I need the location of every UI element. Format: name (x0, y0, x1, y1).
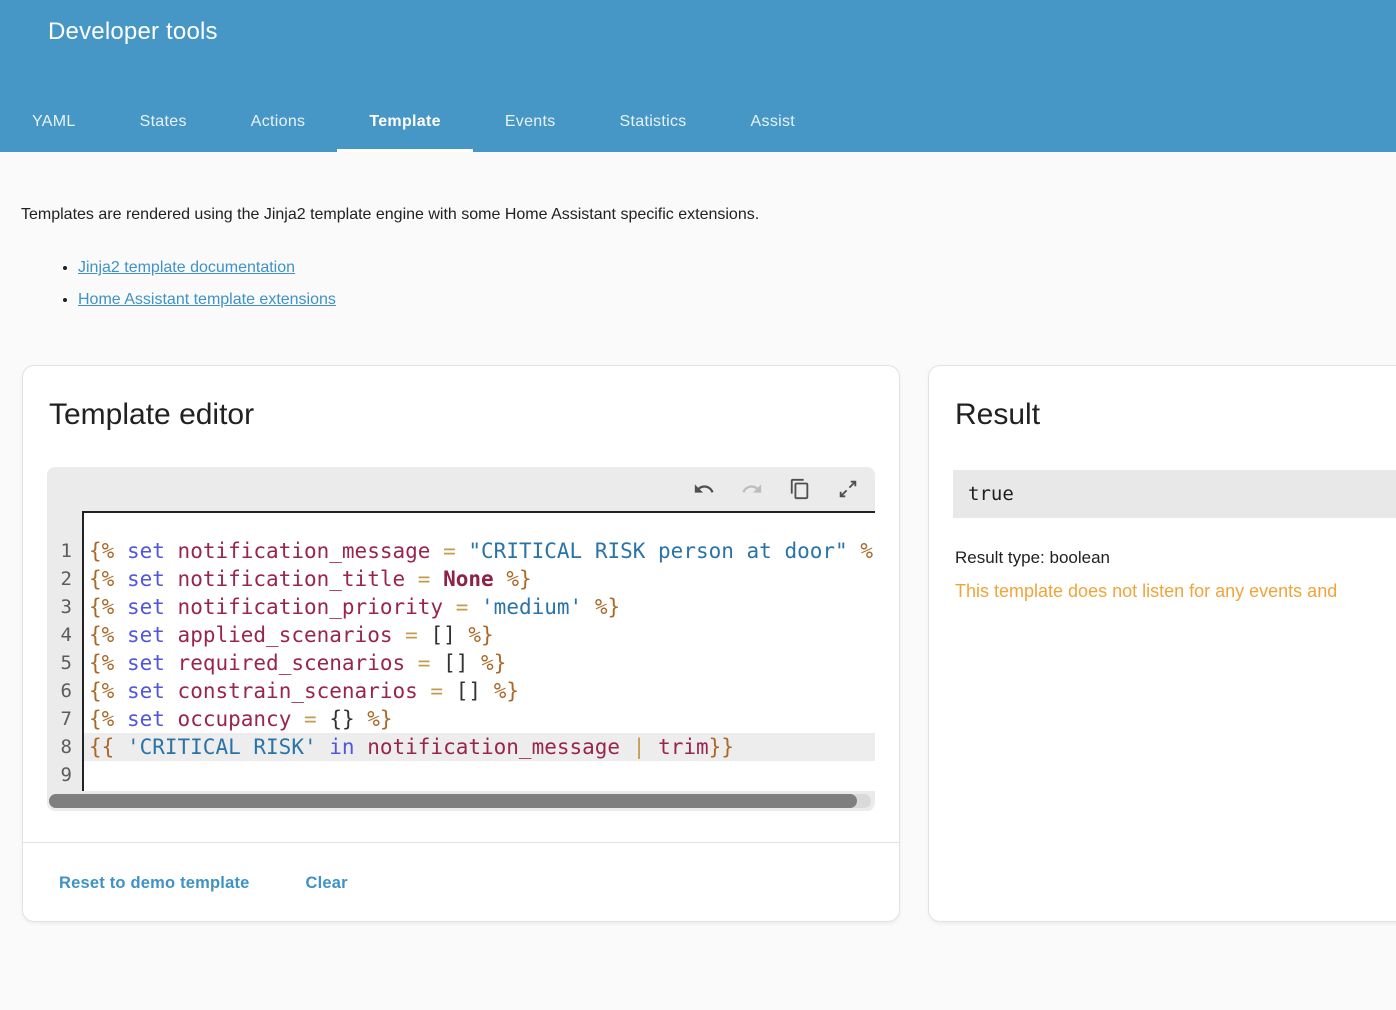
code-line[interactable]: {% set applied_scenarios = [] %} (84, 621, 875, 649)
undo-icon[interactable] (693, 478, 715, 500)
line-number: 7 (47, 705, 72, 733)
tab-events[interactable]: Events (473, 92, 588, 152)
intro-text: Templates are rendered using the Jinja2 … (21, 204, 1396, 226)
code-line[interactable]: {% set constrain_scenarios = [] %} (84, 677, 875, 705)
line-number: 6 (47, 677, 72, 705)
result-warning-text: This template does not listen for any ev… (955, 581, 1396, 602)
code-line[interactable]: {% set occupancy = {} %} (84, 705, 875, 733)
tab-states[interactable]: States (108, 92, 219, 152)
code-area: 123456789 {% set notification_message = … (47, 511, 875, 791)
tab-bar: YAMLStatesActionsTemplateEventsStatistic… (0, 92, 827, 152)
line-number: 8 (47, 733, 72, 761)
line-number: 3 (47, 593, 72, 621)
list-item: Jinja2 template documentation (78, 252, 1396, 284)
code-line[interactable]: {% set notification_message = "CRITICAL … (84, 537, 875, 565)
result-title: Result (955, 396, 1396, 434)
code-line[interactable]: {% set notification_title = None %} (84, 565, 875, 593)
code-content[interactable]: {% set notification_message = "CRITICAL … (82, 511, 875, 791)
code-line[interactable]: {{ 'CRITICAL RISK' in notification_messa… (84, 733, 875, 761)
line-number: 2 (47, 565, 72, 593)
code-line[interactable] (84, 761, 875, 789)
template-editor-title: Template editor (49, 396, 899, 434)
result-value: true (953, 470, 1396, 518)
cards-row: Template editor (22, 365, 1396, 922)
reset-demo-template-button[interactable]: Reset to demo template (59, 874, 250, 893)
editor-toolbar (47, 467, 875, 511)
editor-actions: Reset to demo template Clear (23, 843, 899, 923)
result-type-text: Result type: boolean (955, 548, 1396, 568)
line-number: 4 (47, 621, 72, 649)
jinja2-docs-link[interactable]: Jinja2 template documentation (78, 259, 295, 276)
code-line[interactable]: {% set required_scenarios = [] %} (84, 649, 875, 677)
clear-button[interactable]: Clear (306, 874, 348, 893)
horizontal-scrollbar (49, 794, 871, 808)
expand-icon[interactable] (837, 478, 859, 500)
scrollbar-thumb[interactable] (49, 794, 857, 808)
copy-icon[interactable] (789, 478, 811, 500)
tab-yaml[interactable]: YAML (0, 92, 108, 152)
template-editor-card: Template editor (22, 365, 900, 922)
line-number: 1 (47, 537, 72, 565)
tab-actions[interactable]: Actions (219, 92, 338, 152)
tab-statistics[interactable]: Statistics (588, 92, 719, 152)
result-card: Result true Result type: boolean This te… (928, 365, 1396, 922)
page-title: Developer tools (48, 18, 218, 46)
list-item: Home Assistant template extensions (78, 284, 1396, 316)
line-number-gutter: 123456789 (47, 511, 82, 791)
line-number: 9 (47, 761, 72, 789)
line-number: 5 (47, 649, 72, 677)
tab-template[interactable]: Template (337, 92, 472, 152)
main-content: Templates are rendered using the Jinja2 … (0, 204, 1396, 922)
code-editor: 123456789 {% set notification_message = … (47, 467, 875, 811)
doc-links: Jinja2 template documentation Home Assis… (22, 252, 1396, 316)
code-line[interactable]: {% set notification_priority = 'medium' … (84, 593, 875, 621)
app-header: Developer tools YAMLStatesActionsTemplat… (0, 0, 1396, 152)
redo-icon[interactable] (741, 478, 763, 500)
ha-extensions-link[interactable]: Home Assistant template extensions (78, 291, 336, 308)
tab-assist[interactable]: Assist (719, 92, 827, 152)
